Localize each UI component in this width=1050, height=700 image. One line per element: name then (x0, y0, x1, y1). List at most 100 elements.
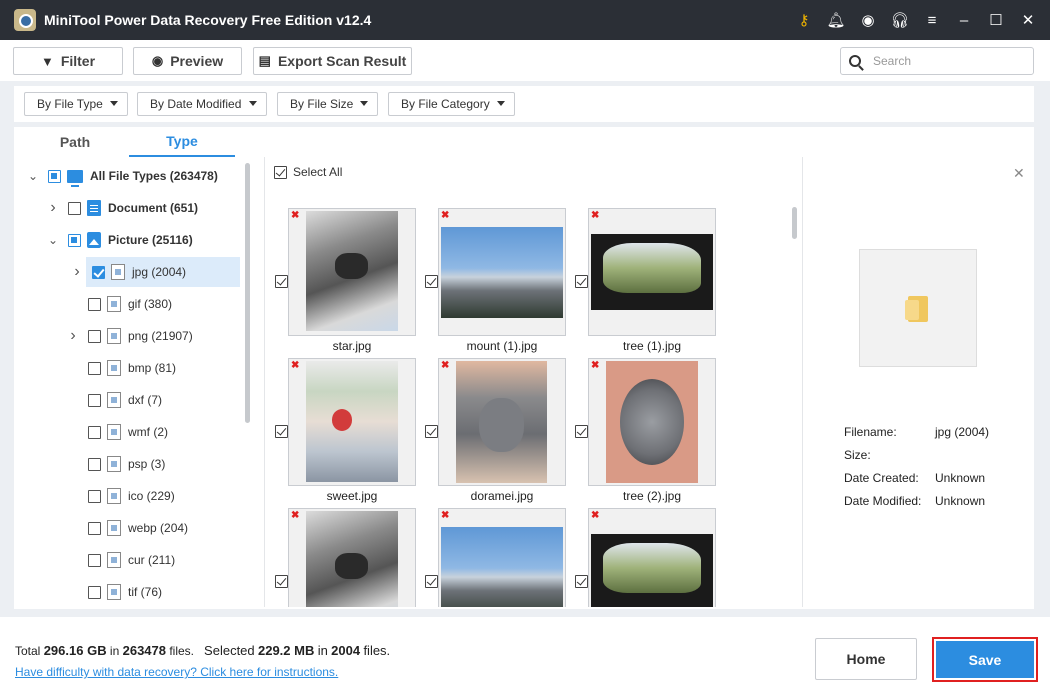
tab-path[interactable]: Path (29, 127, 121, 157)
photo-image (441, 527, 563, 607)
file-checkbox[interactable] (275, 425, 288, 438)
key-icon[interactable]: ⚷ (788, 0, 820, 40)
filter-bar: By File Type By Date Modified By File Si… (14, 86, 1034, 122)
photo-image (306, 511, 398, 607)
chevron-right-icon[interactable]: › (70, 263, 84, 281)
grid-scrollbar[interactable] (792, 207, 797, 239)
headset-icon[interactable]: 🎧︎ (884, 0, 916, 40)
chevron-down-icon[interactable]: ⌄ (46, 233, 60, 247)
tree-checkbox[interactable] (88, 329, 101, 343)
tab-type[interactable]: Type (129, 127, 235, 157)
file-thumbnail[interactable]: ✖ (288, 358, 416, 486)
deleted-mark-icon: ✖ (441, 210, 450, 221)
photo-image (456, 361, 547, 483)
filter-button[interactable]: ▼ Filter (13, 47, 123, 75)
tree-item[interactable]: cur (211) (66, 545, 175, 575)
tree-item[interactable]: ⌄ Picture (25116) (46, 225, 193, 255)
file-thumbnail[interactable]: ✖ (588, 208, 716, 336)
select-all[interactable]: Select All (274, 165, 342, 179)
tree-checkbox[interactable] (68, 201, 81, 215)
tree-item[interactable]: wmf (2) (66, 417, 168, 447)
disc-icon[interactable]: ◉ (852, 0, 884, 40)
tree-item[interactable]: gif (380) (66, 289, 172, 319)
tree-item-label: ico (229) (128, 489, 175, 503)
tree-item[interactable]: › jpg (2004) (74, 257, 240, 287)
file-thumbnail[interactable]: ✖ (438, 508, 566, 607)
chevron-down-icon[interactable]: ⌄ (26, 169, 40, 183)
file-thumbnail[interactable]: ✖ (588, 358, 716, 486)
tree-item-label: png (21907) (128, 329, 193, 343)
select-all-label: Select All (293, 165, 343, 179)
close-preview-icon[interactable]: ✕ (1013, 165, 1025, 182)
tree-checkbox[interactable] (48, 169, 61, 183)
tree-checkbox[interactable] (88, 457, 101, 471)
tree-checkbox[interactable] (88, 425, 101, 439)
file-thumbnail[interactable]: ✖ (288, 508, 416, 607)
chevron-right-icon[interactable]: › (46, 199, 60, 217)
thumbnail-grid: Select All ✖ star.jpg ✖ mount (1).jpg ✖ tree … (266, 157, 802, 607)
tree-item[interactable]: tif (76) (66, 577, 162, 607)
file-checkbox[interactable] (575, 425, 588, 438)
file-thumbnail[interactable]: ✖ (438, 208, 566, 336)
tree-item[interactable]: webp (204) (66, 513, 188, 543)
file-icon (111, 264, 125, 280)
scan-status: Total 296.16 GB in 263478 files. Selecte… (15, 643, 390, 658)
home-button[interactable]: Home (815, 638, 917, 680)
search-input[interactable] (873, 54, 1023, 68)
chevron-right-icon[interactable]: › (66, 327, 80, 345)
tree-checkbox[interactable] (88, 361, 101, 375)
tree-checkbox[interactable] (92, 265, 105, 279)
tree-checkbox[interactable] (88, 393, 101, 407)
tree-item-label: cur (211) (128, 553, 176, 567)
by-file-category-dropdown[interactable]: By File Category (388, 92, 515, 116)
file-thumbnail[interactable]: ✖ (588, 508, 716, 607)
tree-item[interactable]: ⌄ All File Types (263478) (26, 161, 218, 191)
file-checkbox[interactable] (275, 275, 288, 288)
menu-icon[interactable]: ≡ (916, 0, 948, 40)
tree-checkbox[interactable] (88, 585, 101, 599)
file-checkbox[interactable] (425, 575, 438, 588)
minimize-icon[interactable]: – (948, 0, 980, 40)
total-files: 263478 (122, 643, 166, 658)
tree-checkbox[interactable] (88, 521, 101, 535)
date-created-value: Unknown (935, 471, 986, 485)
file-checkbox[interactable] (425, 275, 438, 288)
by-file-size-dropdown[interactable]: By File Size (277, 92, 378, 116)
tree-item[interactable]: psp (3) (66, 449, 165, 479)
tree-item-label: Picture (25116) (108, 233, 193, 247)
preview-button[interactable]: ◉ Preview (133, 47, 242, 75)
tree-item[interactable]: bmp (81) (66, 353, 176, 383)
by-date-modified-dropdown[interactable]: By Date Modified (137, 92, 267, 116)
close-icon[interactable]: ✕ (1012, 0, 1044, 40)
help-link[interactable]: Have difficulty with data recovery? Clic… (15, 665, 338, 679)
file-type-tree: ⌄ All File Types (263478) › Document (651) ⌄… (14, 157, 254, 607)
tree-item[interactable]: › Document (651) (46, 193, 198, 223)
file-checkbox[interactable] (275, 575, 288, 588)
file-checkbox[interactable] (575, 275, 588, 288)
search-box[interactable] (840, 47, 1034, 75)
save-button[interactable]: Save (936, 641, 1034, 678)
deleted-mark-icon: ✖ (291, 510, 300, 521)
in-word: in (109, 644, 120, 658)
title-bar: MiniTool Power Data Recovery Free Editio… (0, 0, 1050, 40)
select-all-checkbox[interactable] (274, 165, 287, 179)
tree-scrollbar[interactable] (245, 163, 250, 423)
tree-checkbox[interactable] (88, 553, 101, 567)
export-scan-result-button[interactable]: ▤ Export Scan Result (253, 47, 412, 75)
file-checkbox[interactable] (425, 425, 438, 438)
bell-icon[interactable]: 🔔︎ (820, 0, 852, 40)
tree-item[interactable]: ico (229) (66, 481, 175, 511)
eye-icon: ◉ (151, 53, 164, 68)
tree-checkbox[interactable] (68, 233, 81, 247)
preview-box (859, 249, 977, 367)
file-thumbnail[interactable]: ✖ (438, 358, 566, 486)
maximize-icon[interactable]: ☐ (980, 0, 1012, 40)
file-thumbnail[interactable]: ✖ (288, 208, 416, 336)
by-file-type-dropdown[interactable]: By File Type (24, 92, 128, 116)
footer: Total 296.16 GB in 263478 files. Selecte… (0, 617, 1050, 700)
tree-item[interactable]: › png (21907) (66, 321, 193, 351)
tree-item[interactable]: dxf (7) (66, 385, 162, 415)
tree-checkbox[interactable] (88, 297, 101, 311)
tree-checkbox[interactable] (88, 489, 101, 503)
file-checkbox[interactable] (575, 575, 588, 588)
